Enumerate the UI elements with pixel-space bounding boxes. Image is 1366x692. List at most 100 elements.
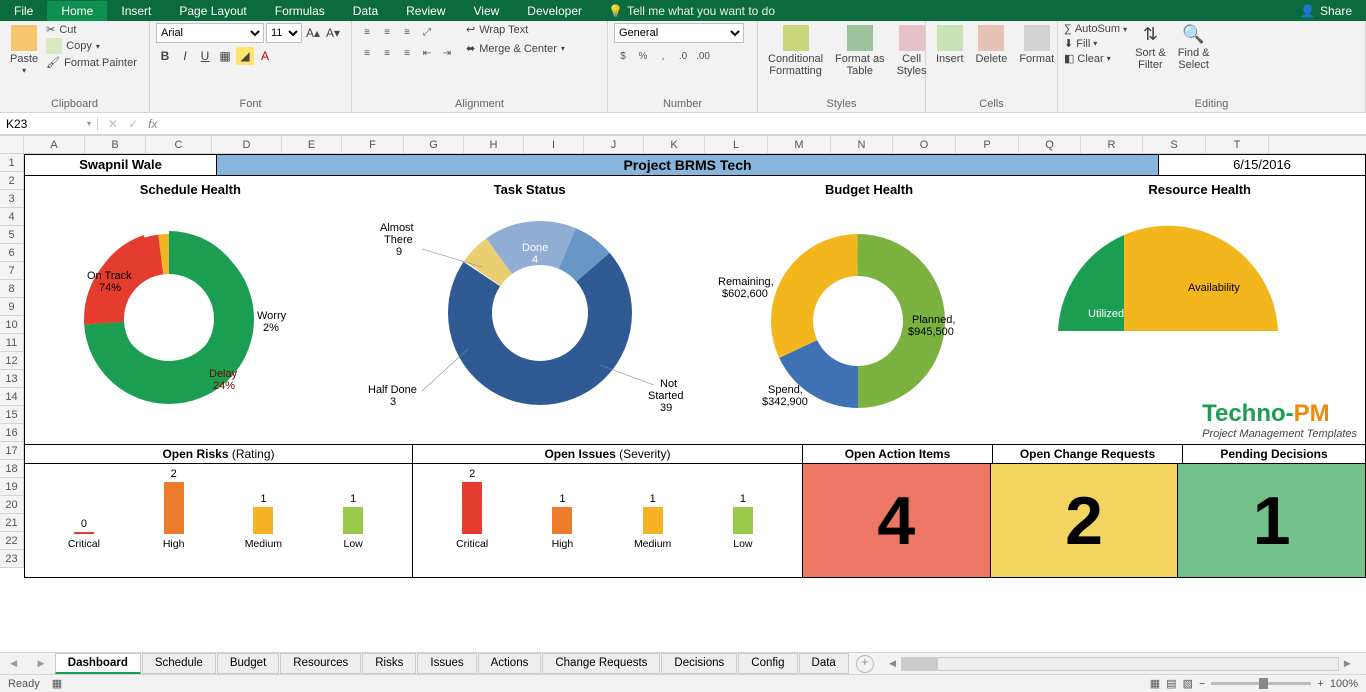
open-issues-chart[interactable]: 2Critical1High1Medium1Low: [413, 464, 803, 577]
tab-insert[interactable]: Insert: [107, 1, 165, 21]
row-header[interactable]: 23: [0, 550, 24, 568]
wrap-text-button[interactable]: ↩Wrap Text: [466, 23, 565, 36]
row-header[interactable]: 12: [0, 352, 24, 370]
row-header[interactable]: 4: [0, 208, 24, 226]
row-header[interactable]: 16: [0, 424, 24, 442]
row-header[interactable]: 1: [0, 154, 24, 172]
sheet-tab[interactable]: Budget: [217, 653, 279, 674]
italic-button[interactable]: I: [176, 47, 194, 65]
row-header[interactable]: 20: [0, 496, 24, 514]
zoom-slider[interactable]: [1211, 682, 1311, 685]
tab-developer[interactable]: Developer: [513, 1, 596, 21]
tab-nav-next[interactable]: ►: [27, 658, 54, 670]
align-middle[interactable]: ≡: [378, 23, 396, 41]
sheet-tab[interactable]: Schedule: [142, 653, 216, 674]
paste-button[interactable]: Paste▾: [6, 23, 42, 78]
font-name-select[interactable]: Arial: [156, 23, 264, 43]
sort-filter-button[interactable]: ⇅Sort & Filter: [1131, 23, 1170, 73]
format-cells-button[interactable]: Format: [1015, 23, 1058, 67]
col-header[interactable]: S: [1143, 136, 1206, 153]
sheet-tab[interactable]: Dashboard: [55, 653, 141, 674]
row-header[interactable]: 19: [0, 478, 24, 496]
align-bottom[interactable]: ≡: [398, 23, 416, 41]
row-header[interactable]: 6: [0, 244, 24, 262]
font-size-select[interactable]: 11: [266, 23, 302, 43]
owner-cell[interactable]: Swapnil Wale: [25, 155, 217, 175]
delete-cells-button[interactable]: Delete: [972, 23, 1012, 67]
project-title-cell[interactable]: Project BRMS Tech: [217, 155, 1159, 175]
view-normal-icon[interactable]: ▦: [1150, 677, 1160, 690]
bold-button[interactable]: B: [156, 47, 174, 65]
dec-decimal-button[interactable]: .00: [694, 47, 712, 65]
col-header[interactable]: F: [342, 136, 404, 153]
comma-button[interactable]: ,: [654, 47, 672, 65]
sheet-tab[interactable]: Issues: [417, 653, 476, 674]
row-header[interactable]: 21: [0, 514, 24, 532]
select-all-corner[interactable]: [0, 136, 24, 153]
row-header[interactable]: 15: [0, 406, 24, 424]
budget-health-chart[interactable]: Budget Health Remaining,$602,600 Planned…: [704, 176, 1035, 444]
tab-page-layout[interactable]: Page Layout: [165, 1, 260, 21]
conditional-formatting-button[interactable]: Conditional Formatting: [764, 23, 827, 79]
fx-icon[interactable]: fx: [148, 117, 163, 131]
row-header[interactable]: 3: [0, 190, 24, 208]
copy-button[interactable]: Copy▾: [46, 38, 137, 54]
tab-nav-prev[interactable]: ◄: [0, 658, 27, 670]
tab-data[interactable]: Data: [339, 1, 392, 21]
view-layout-icon[interactable]: ▤: [1166, 677, 1176, 690]
sheet-tab[interactable]: Actions: [478, 653, 542, 674]
fill-button[interactable]: ⬇Fill▾: [1064, 37, 1127, 50]
col-header[interactable]: C: [146, 136, 212, 153]
open-risks-chart[interactable]: 0Critical2High1Medium1Low: [25, 464, 413, 577]
cell-styles-button[interactable]: Cell Styles: [893, 23, 931, 79]
cut-button[interactable]: ✂Cut: [46, 23, 137, 36]
align-left[interactable]: ≡: [358, 44, 376, 62]
col-header[interactable]: B: [85, 136, 146, 153]
view-break-icon[interactable]: ▧: [1183, 677, 1193, 690]
row-header[interactable]: 8: [0, 280, 24, 298]
zoom-out-button[interactable]: −: [1199, 678, 1205, 690]
percent-button[interactable]: %: [634, 47, 652, 65]
col-header[interactable]: L: [705, 136, 768, 153]
row-header[interactable]: 10: [0, 316, 24, 334]
sheet-tab[interactable]: Risks: [362, 653, 416, 674]
row-header[interactable]: 13: [0, 370, 24, 388]
resource-health-chart[interactable]: Resource Health Utilized Availability: [1034, 176, 1365, 444]
sheet-tab[interactable]: Config: [738, 653, 797, 674]
tab-home[interactable]: Home: [47, 1, 107, 21]
horizontal-scrollbar[interactable]: ◄ ►: [884, 657, 1356, 671]
col-header[interactable]: K: [644, 136, 705, 153]
col-header[interactable]: H: [464, 136, 524, 153]
currency-button[interactable]: $: [614, 47, 632, 65]
col-header[interactable]: R: [1081, 136, 1143, 153]
col-header[interactable]: M: [768, 136, 831, 153]
fill-color-button[interactable]: ◢: [236, 47, 254, 65]
clear-button[interactable]: ◧Clear▾: [1064, 52, 1127, 65]
insert-cells-button[interactable]: Insert: [932, 23, 968, 67]
row-header[interactable]: 11: [0, 334, 24, 352]
col-header[interactable]: J: [584, 136, 644, 153]
zoom-in-button[interactable]: +: [1317, 678, 1323, 690]
row-header[interactable]: 2: [0, 172, 24, 190]
number-format-select[interactable]: General: [614, 23, 744, 43]
tab-file[interactable]: File: [0, 1, 47, 21]
row-header[interactable]: 14: [0, 388, 24, 406]
shrink-font-button[interactable]: A▾: [324, 24, 342, 42]
format-as-table-button[interactable]: Format as Table: [831, 23, 889, 79]
col-header[interactable]: I: [524, 136, 584, 153]
col-header[interactable]: Q: [1019, 136, 1081, 153]
sheet-tab[interactable]: Resources: [280, 653, 361, 674]
worksheet-grid[interactable]: ABCDEFGHIJKLMNOPQRST 1234567891011121314…: [0, 135, 1366, 601]
orientation[interactable]: ⤢: [418, 23, 436, 41]
col-header[interactable]: G: [404, 136, 464, 153]
col-header[interactable]: O: [893, 136, 956, 153]
col-header[interactable]: T: [1206, 136, 1269, 153]
cancel-icon[interactable]: ✕: [108, 117, 118, 131]
date-cell[interactable]: 6/15/2016: [1159, 155, 1365, 175]
inc-decimal-button[interactable]: .0: [674, 47, 692, 65]
indent-inc[interactable]: ⇥: [438, 44, 456, 62]
tab-view[interactable]: View: [460, 1, 514, 21]
merge-center-button[interactable]: ⬌Merge & Center ▾: [466, 42, 565, 55]
col-header[interactable]: P: [956, 136, 1019, 153]
align-center[interactable]: ≡: [378, 44, 396, 62]
